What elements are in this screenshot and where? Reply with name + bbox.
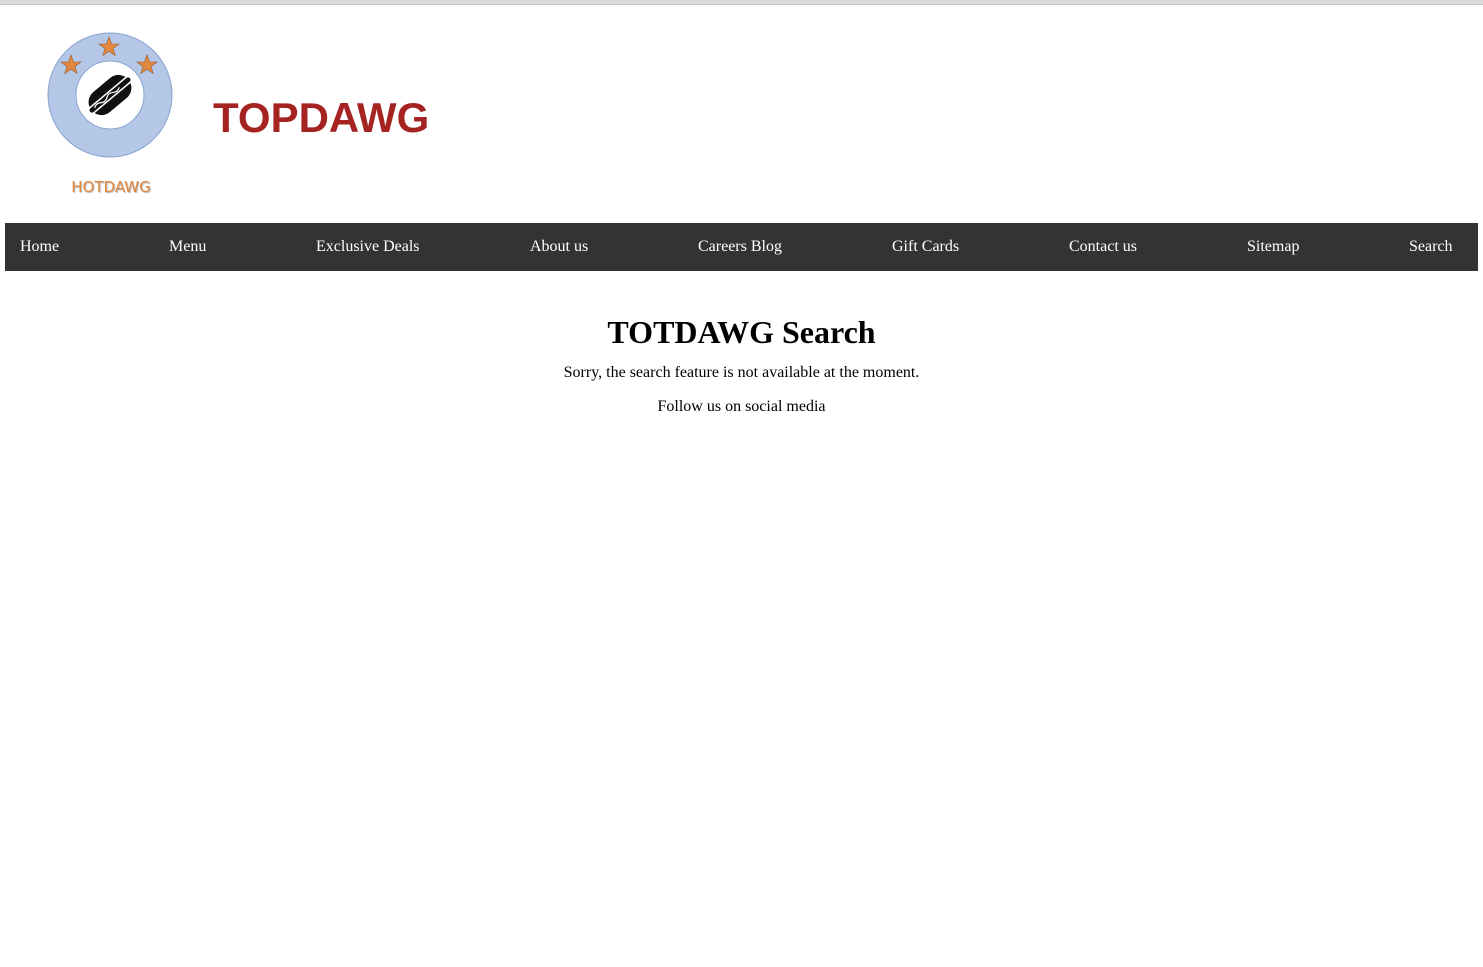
nav-careers-blog[interactable]: Careers Blog: [698, 223, 782, 271]
nav-search[interactable]: Search: [1409, 223, 1453, 271]
unavailable-message: Sorry, the search feature is not availab…: [563, 364, 920, 381]
nav-home[interactable]: Home: [20, 223, 59, 271]
main-navigation: Home Menu Exclusive Deals About us Caree…: [5, 223, 1478, 271]
nav-exclusive-deals[interactable]: Exclusive Deals: [316, 223, 420, 271]
page-title: TOTDAWG Search: [607, 314, 876, 350]
nav-menu[interactable]: Menu: [169, 223, 206, 271]
logo-caption: HOTDAWG: [71, 178, 151, 196]
nav-sitemap[interactable]: Sitemap: [1247, 223, 1299, 271]
nav-contact-us[interactable]: Contact us: [1069, 223, 1137, 271]
logo[interactable]: HOTDAWG: [46, 32, 176, 202]
site-header: HOTDAWG TOPDAWG: [0, 5, 1483, 223]
main-content: TOTDAWG Search Sorry, the search feature…: [0, 300, 1483, 415]
social-media-text: Follow us on social media: [657, 398, 826, 415]
site-title: TOPDAWG: [213, 94, 430, 141]
nav-about-us[interactable]: About us: [530, 223, 588, 271]
hotdog-logo-icon: [47, 32, 173, 158]
nav-gift-cards[interactable]: Gift Cards: [892, 223, 959, 271]
